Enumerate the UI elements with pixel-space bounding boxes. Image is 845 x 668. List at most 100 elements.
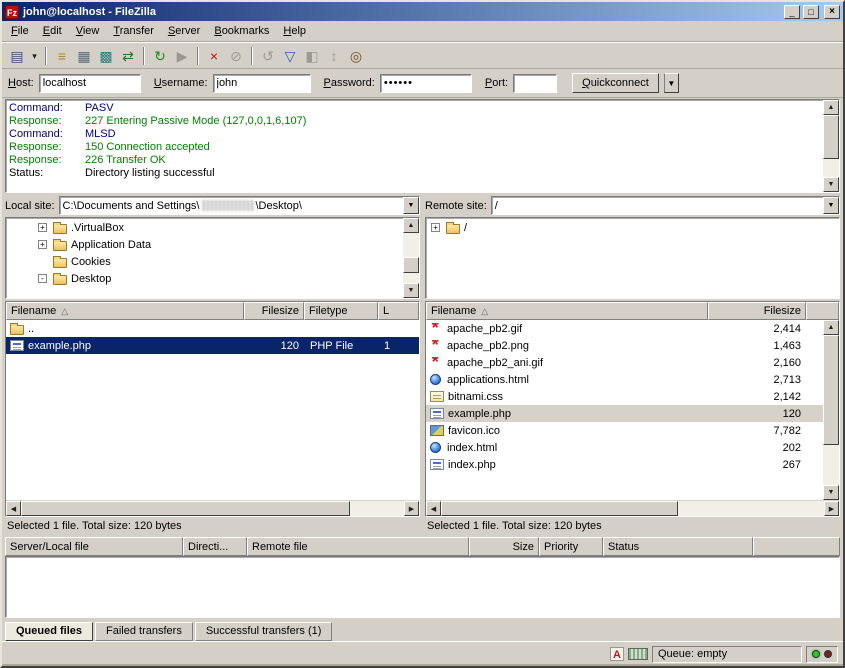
column-header-server-local-file[interactable]: Server/Local file	[5, 537, 183, 556]
scroll-thumb[interactable]	[441, 501, 678, 516]
menu-transfer[interactable]: Transfer	[106, 22, 161, 40]
menu-edit[interactable]: Edit	[36, 22, 69, 40]
maximize-button[interactable]: □	[803, 5, 819, 19]
toggle-transfer-queue-icon[interactable]: ⇄	[117, 45, 139, 67]
menu-file[interactable]: File	[4, 22, 36, 40]
title-bar[interactable]: Fz john@localhost - FileZilla _ □ ×	[2, 2, 843, 21]
close-button[interactable]: ×	[824, 5, 840, 19]
tab-failed-transfers[interactable]: Failed transfers	[95, 622, 193, 641]
filter-icon[interactable]: ▽	[279, 45, 301, 67]
scroll-up-button[interactable]: ▲	[403, 218, 419, 233]
scroll-track[interactable]	[21, 501, 404, 516]
local-site-label: Local site:	[5, 200, 55, 212]
column-header-size[interactable]: Size	[469, 537, 539, 556]
tree-item[interactable]: Cookies	[6, 253, 403, 270]
log-scrollbar[interactable]: ▲ ▼	[823, 100, 839, 192]
scroll-down-button[interactable]: ▼	[823, 177, 839, 192]
scroll-down-button[interactable]: ▼	[823, 485, 839, 500]
table-row[interactable]: ..	[6, 320, 419, 337]
table-row[interactable]: bitnami.css2,142	[426, 388, 823, 405]
scroll-up-button[interactable]: ▲	[823, 320, 839, 335]
directory-comparison-icon[interactable]: ◧	[301, 45, 323, 67]
scroll-thumb[interactable]	[823, 115, 839, 159]
table-row[interactable]: index.html202	[426, 439, 823, 456]
expander-icon[interactable]: +	[38, 240, 47, 249]
quickconnect-dropdown-button[interactable]: ▼	[664, 73, 679, 93]
local-path-dropdown-button[interactable]: ▼	[403, 197, 419, 214]
tab-successful-transfers[interactable]: Successful transfers (1)	[195, 622, 333, 641]
table-row[interactable]: favicon.ico7,782	[426, 422, 823, 439]
tab-queued-files[interactable]: Queued files	[5, 622, 93, 641]
column-label: Filename	[431, 305, 476, 317]
column-header-status[interactable]: Status	[603, 537, 753, 556]
column-header-filesize[interactable]: Filesize	[708, 302, 806, 320]
local-list-hscrollbar[interactable]: ◀ ▶	[6, 500, 419, 516]
ico-file-icon	[430, 425, 444, 436]
log-line-text: MLSD	[85, 128, 116, 141]
remote-path-combobox[interactable]: / ▼	[491, 196, 840, 215]
menu-help[interactable]: Help	[276, 22, 313, 40]
table-row[interactable]: apache_pb2_ani.gif2,160	[426, 354, 823, 371]
column-header-filetype[interactable]: Filetype	[304, 302, 378, 320]
table-row[interactable]: apache_pb2.gif2,414	[426, 320, 823, 337]
scroll-track[interactable]	[823, 115, 839, 177]
column-header-lastmodified[interactable]: L	[378, 302, 419, 320]
menu-server[interactable]: Server	[161, 22, 207, 40]
menu-view[interactable]: View	[69, 22, 107, 40]
scroll-thumb[interactable]	[403, 257, 419, 273]
scroll-up-button[interactable]: ▲	[823, 100, 839, 115]
scroll-left-button[interactable]: ◀	[426, 501, 441, 516]
scroll-left-button[interactable]: ◀	[6, 501, 21, 516]
table-row[interactable]: index.php267	[426, 456, 823, 473]
tree-item[interactable]: +/	[426, 219, 839, 236]
minimize-button[interactable]: _	[784, 5, 800, 19]
column-header-direction[interactable]: Directi...	[183, 537, 247, 556]
scroll-right-button[interactable]: ▶	[824, 501, 839, 516]
remote-list-scrollbar[interactable]: ▲ ▼	[823, 320, 839, 500]
table-row[interactable]: applications.html2,713	[426, 371, 823, 388]
disconnect-icon[interactable]: ⊘	[225, 45, 247, 67]
scroll-thumb[interactable]	[823, 335, 839, 445]
table-row-selected[interactable]: example.php 120 PHP File 1	[6, 337, 419, 354]
table-row[interactable]: apache_pb2.png1,463	[426, 337, 823, 354]
host-input[interactable]	[39, 74, 141, 93]
expander-icon[interactable]: -	[38, 274, 47, 283]
local-tree-scrollbar[interactable]: ▲ ▼	[403, 218, 419, 298]
tree-item[interactable]: +Application Data	[6, 236, 403, 253]
column-header-filename[interactable]: Filename△	[6, 302, 244, 320]
password-input[interactable]	[380, 74, 472, 93]
scroll-down-button[interactable]: ▼	[403, 283, 419, 298]
process-queue-icon[interactable]: ▶	[171, 45, 193, 67]
toggle-message-log-icon[interactable]: ≡	[51, 45, 73, 67]
scroll-thumb[interactable]	[21, 501, 350, 516]
scroll-track[interactable]	[403, 233, 419, 283]
toggle-remote-tree-icon[interactable]: ▩	[95, 45, 117, 67]
scroll-track[interactable]	[441, 501, 824, 516]
tree-item[interactable]: -Desktop	[6, 270, 403, 287]
quickconnect-button[interactable]: Quickconnect	[572, 73, 659, 93]
refresh-icon[interactable]: ↻	[149, 45, 171, 67]
cancel-icon[interactable]: ×	[203, 45, 225, 67]
column-header-remote-file[interactable]: Remote file	[247, 537, 469, 556]
port-input[interactable]	[513, 74, 557, 93]
expander-icon[interactable]: +	[38, 223, 47, 232]
column-header-filesize[interactable]: Filesize	[244, 302, 304, 320]
site-manager-dropdown-icon[interactable]: ▾	[28, 45, 41, 67]
remote-path-dropdown-button[interactable]: ▼	[823, 197, 839, 214]
synchronized-browsing-icon[interactable]: ↕	[323, 45, 345, 67]
reconnect-icon[interactable]: ↺	[257, 45, 279, 67]
scroll-track[interactable]	[823, 335, 839, 485]
tree-item[interactable]: +.VirtualBox	[6, 219, 403, 236]
username-input[interactable]	[213, 74, 311, 93]
menu-bookmarks[interactable]: Bookmarks	[207, 22, 276, 40]
remote-list-hscrollbar[interactable]: ◀ ▶	[426, 500, 839, 516]
expander-icon[interactable]: +	[431, 223, 440, 232]
table-row-selected[interactable]: example.php120	[426, 405, 823, 422]
local-path-combobox[interactable]: C:\Documents and Settings\\Desktop\ ▼	[59, 196, 420, 215]
site-manager-icon[interactable]: ▤	[6, 45, 28, 67]
column-header-priority[interactable]: Priority	[539, 537, 603, 556]
scroll-right-button[interactable]: ▶	[404, 501, 419, 516]
find-files-icon[interactable]: ◎	[345, 45, 367, 67]
toggle-local-tree-icon[interactable]: ▦	[73, 45, 95, 67]
column-header-filename[interactable]: Filename△	[426, 302, 708, 320]
